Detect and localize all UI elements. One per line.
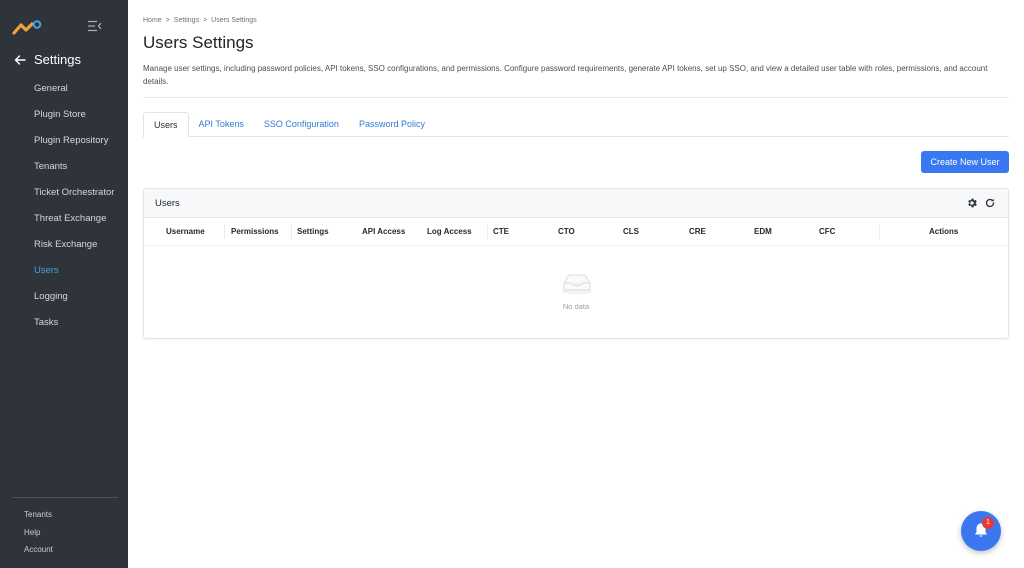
settings-tabs: Users API Tokens SSO Configuration Passw… [143, 112, 1009, 138]
column-cto[interactable]: CTO [558, 227, 575, 236]
column-separator [224, 225, 225, 239]
gear-icon[interactable] [966, 197, 978, 209]
collapse-sidebar-icon[interactable] [88, 20, 102, 32]
column-separator [291, 225, 292, 239]
column-settings[interactable]: Settings [297, 227, 329, 236]
column-actions: Actions [929, 227, 959, 236]
breadcrumb-separator: > [165, 17, 170, 24]
column-separator [487, 225, 488, 239]
panel-tools [966, 197, 996, 209]
arrow-left-icon [14, 54, 26, 65]
sidebar-title: Settings [34, 52, 81, 67]
page-title: Users Settings [143, 33, 254, 52]
create-new-user-button[interactable]: Create New User [921, 151, 1009, 173]
column-username[interactable]: Username [166, 227, 205, 236]
column-api-access[interactable]: API Access [362, 227, 405, 236]
breadcrumb: Home > Settings > Users Settings [143, 17, 257, 24]
users-panel-title: Users [155, 198, 180, 209]
sidebar-item-ticket-orchestrator[interactable]: Ticket Orchestrator [0, 182, 128, 208]
breadcrumb-home[interactable]: Home [143, 17, 162, 24]
refresh-icon[interactable] [984, 197, 996, 209]
column-separator [879, 225, 880, 239]
column-cre[interactable]: CRE [689, 227, 706, 236]
sidebar-divider [12, 497, 118, 498]
sidebar-nav: General Plugin Store Plugin Repository T… [0, 78, 128, 338]
footer-item-account[interactable]: Account [24, 544, 53, 562]
sidebar-item-plugin-repository[interactable]: Plugin Repository [0, 130, 128, 156]
sidebar-item-tenants[interactable]: Tenants [0, 156, 128, 182]
sidebar: Settings General Plugin Store Plugin Rep… [0, 0, 128, 568]
breadcrumb-current: Users Settings [211, 17, 257, 24]
tab-users[interactable]: Users [143, 112, 189, 138]
main-content: Home > Settings > Users Settings Users Setti… [128, 0, 1024, 568]
tab-api-tokens[interactable]: API Tokens [189, 112, 254, 137]
sidebar-item-users[interactable]: Users [0, 260, 128, 286]
users-panel-header: Users [144, 189, 1008, 218]
tab-sso-configuration[interactable]: SSO Configuration [254, 112, 349, 137]
sidebar-item-general[interactable]: General [0, 78, 128, 104]
breadcrumb-separator: > [203, 17, 208, 24]
footer-item-help[interactable]: Help [24, 527, 53, 545]
column-edm[interactable]: EDM [754, 227, 772, 236]
page-description: Manage user settings, including password… [143, 64, 988, 86]
header-divider [143, 97, 1009, 98]
sidebar-footer: Tenants Help Account [24, 509, 53, 562]
sidebar-item-logging[interactable]: Logging [0, 286, 128, 312]
column-cls[interactable]: CLS [623, 227, 639, 236]
sidebar-item-risk-exchange[interactable]: Risk Exchange [0, 234, 128, 260]
tab-password-policy[interactable]: Password Policy [349, 112, 435, 137]
breadcrumb-settings[interactable]: Settings [174, 17, 199, 24]
sidebar-item-threat-exchange[interactable]: Threat Exchange [0, 208, 128, 234]
footer-item-tenants[interactable]: Tenants [24, 509, 53, 527]
empty-state: No data [144, 247, 1008, 339]
logo [12, 20, 42, 35]
back-to-settings[interactable]: Settings [14, 52, 81, 67]
column-cfc[interactable]: CFC [819, 227, 835, 236]
column-log-access[interactable]: Log Access [427, 227, 472, 236]
users-panel: Users Username Permissions Settings API … [143, 188, 1009, 339]
sidebar-item-plugin-store[interactable]: Plugin Store [0, 104, 128, 130]
notification-badge: 1 [982, 517, 994, 529]
column-cte[interactable]: CTE [493, 227, 509, 236]
column-permissions[interactable]: Permissions [231, 227, 279, 236]
users-table-header: Username Permissions Settings API Access… [144, 218, 1008, 246]
empty-inbox-icon [562, 274, 592, 295]
empty-text: No data [562, 302, 590, 311]
sidebar-item-tasks[interactable]: Tasks [0, 312, 128, 338]
notifications-button[interactable] [961, 511, 1001, 551]
